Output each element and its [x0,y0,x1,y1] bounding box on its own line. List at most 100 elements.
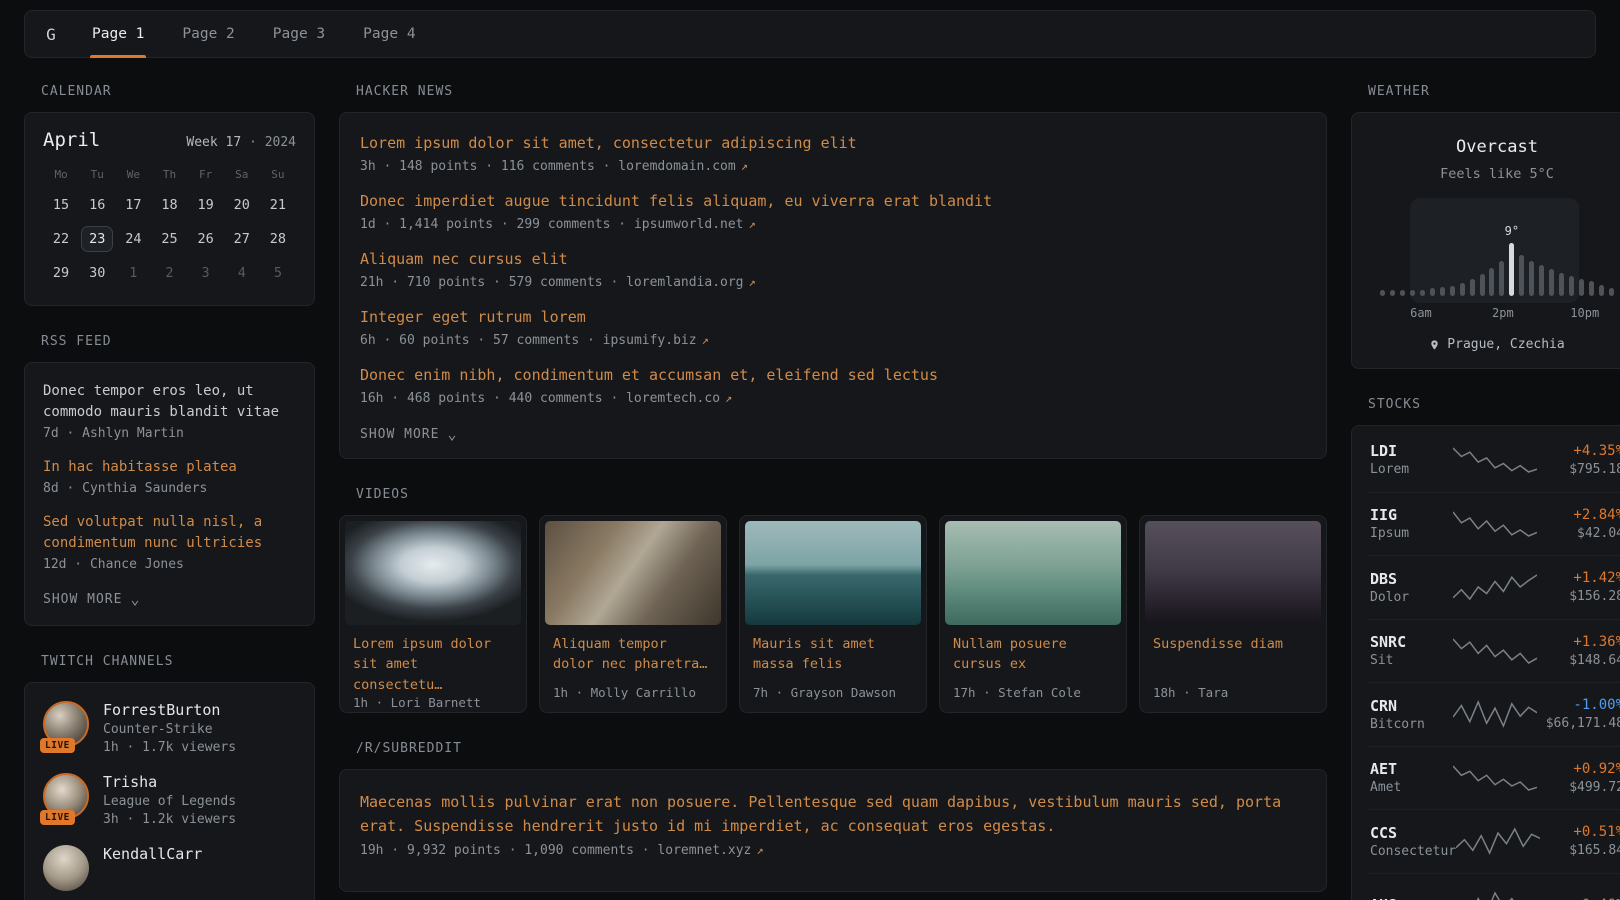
page-tab-page-3[interactable]: Page 3 [254,11,344,57]
story-domain-link[interactable]: ipsumworld.net [634,217,744,232]
stock-values: +1.42%$156.28 [1537,570,1620,604]
calendar-grid: MoTuWeThFrSaSu15161718192021222324252627… [43,165,296,287]
external-link-icon[interactable]: ↗ [725,391,732,405]
calendar-day: 16 [79,191,115,219]
story-meta: 3h · 148 points · 116 comments · loremdo… [360,159,1306,174]
hackernews-item: Integer eget rutrum lorem6h · 60 points … [360,307,1306,348]
external-link-icon[interactable]: ↗ [702,333,709,347]
hackernews-section-title: HACKER NEWS [356,84,1327,99]
weather-time-axis: 6am2pm10pm [1380,306,1614,324]
weather-hour-bar [1450,286,1455,297]
stock-row[interactable]: LDILorem+4.35%$795.18 [1368,428,1620,492]
calendar-day: 2 [151,259,187,287]
page-tab-page-4[interactable]: Page 4 [344,11,434,57]
stock-row[interactable]: AETAmet+0.92%$499.72 [1368,746,1620,810]
external-link-icon[interactable]: ↗ [749,275,756,289]
stock-values: -1.00%$66,171.48 [1537,697,1620,731]
weather-hourly-chart: 9° [1380,226,1614,296]
twitch-channel-row[interactable]: LIVETrishaLeague of Legends3h · 1.2k vie… [43,773,296,827]
video-thumbnail[interactable] [745,521,921,625]
video-card[interactable]: Aliquam tempor dolor nec pharetra…1h · M… [539,515,727,713]
avatar-wrap: LIVE [43,701,89,747]
external-link-icon[interactable]: ↗ [741,159,748,173]
channel-meta: 1h · 1.7k viewers [103,740,236,755]
rss-item-title[interactable]: In hac habitasse platea [43,457,296,478]
calendar-dow-label: Mo [43,165,79,185]
video-thumbnail[interactable] [945,521,1121,625]
stock-row[interactable]: DBSDolor+1.42%$156.28 [1368,555,1620,619]
video-thumbnail[interactable] [1145,521,1321,625]
video-card[interactable]: Lorem ipsum dolor sit amet consectetu…1h… [339,515,527,713]
weather-hour-bar [1519,255,1524,296]
calendar-day-number: 15 [45,192,77,218]
video-card[interactable]: Mauris sit amet massa felis7h · Grayson … [739,515,927,713]
stock-row[interactable]: AHS+0.46% [1368,873,1620,900]
calendar-day: 21 [260,191,296,219]
rss-item: Donec tempor eros leo, ut commodo mauris… [43,381,296,441]
calendar-day-number: 16 [81,192,113,218]
story-title[interactable]: Donec enim nibh, condimentum et accumsan… [360,365,1306,386]
video-title[interactable]: Nullam posuere cursus ex [953,634,1113,675]
weather-hour-bar [1380,290,1385,296]
video-card[interactable]: Suspendisse diam18h · Tara [1139,515,1327,713]
external-link-icon[interactable]: ↗ [756,843,763,857]
story-title[interactable]: Aliquam nec cursus elit [360,249,1306,270]
stock-row[interactable]: CCSConsectetur+0.51%$165.84 [1368,809,1620,873]
story-title[interactable]: Donec imperdiet augue tincidunt felis al… [360,191,1306,212]
chevron-down-icon: ⌄ [447,430,457,439]
stock-row[interactable]: IIGIpsum+2.84%$42.04 [1368,492,1620,556]
stock-price: $66,171.48 [1537,716,1620,731]
story-domain-link[interactable]: loremnet.xyz [657,843,751,858]
twitch-channel-row[interactable]: LIVEForrestBurtonCounter-Strike1h · 1.7k… [43,701,296,755]
weather-widget: WEATHER Overcast Feels like 5°C 9° 6am2p… [1351,84,1620,369]
story-title[interactable]: Lorem ipsum dolor sit amet, consectetur … [360,133,1306,154]
post-title[interactable]: Maecenas mollis pulvinar erat non posuer… [360,790,1306,838]
channel-name: KendallCarr [103,845,202,863]
calendar-year: 2024 [265,135,296,150]
hackernews-show-more-button[interactable]: SHOW MORE ⌄ [360,427,457,442]
rss-item: Sed volutpat nulla nisl, a condimentum n… [43,512,296,572]
story-title[interactable]: Integer eget rutrum lorem [360,307,1306,328]
rss-item-title[interactable]: Sed volutpat nulla nisl, a condimentum n… [43,512,296,554]
video-thumbnail[interactable] [345,521,521,625]
stock-row[interactable]: CRNBitcorn-1.00%$66,171.48 [1368,682,1620,746]
stock-values: +0.51%$165.84 [1540,824,1620,858]
video-title[interactable]: Suspendisse diam [1153,634,1313,654]
video-body: Lorem ipsum dolor sit amet consectetu…1h… [345,625,521,713]
video-card[interactable]: Nullam posuere cursus ex17h · Stefan Col… [939,515,1127,713]
location-pin-icon [1429,338,1440,352]
calendar-dow-label: Sa [224,165,260,185]
video-title[interactable]: Lorem ipsum dolor sit amet consectetu… [353,634,513,695]
calendar-widget: CALENDAR April Week 17 · 2024 MoTuWeThFr… [24,84,315,306]
video-meta: 1h · Lori Barnett [353,695,513,710]
stock-name: Sit [1370,653,1453,668]
page-tab-page-1[interactable]: Page 1 [73,11,163,57]
external-link-icon[interactable]: ↗ [749,217,756,231]
hackernews-item: Lorem ipsum dolor sit amet, consectetur … [360,133,1306,174]
weather-condition: Overcast [1368,137,1620,157]
video-title[interactable]: Aliquam tempor dolor nec pharetra… [553,634,713,675]
calendar-week: Week 17 [186,135,241,150]
hackernews-card: Lorem ipsum dolor sit amet, consectetur … [339,112,1327,459]
calendar-month-label: April [43,129,100,151]
rss-show-more-button[interactable]: SHOW MORE ⌄ [43,592,140,607]
video-thumbnail[interactable] [545,521,721,625]
page-tab-page-2[interactable]: Page 2 [163,11,253,57]
story-domain-link[interactable]: loremlandia.org [626,275,743,290]
video-title[interactable]: Mauris sit amet massa felis [753,634,913,675]
story-domain-link[interactable]: loremdomain.com [618,159,735,174]
calendar-day-number: 23 [81,226,113,252]
weather-section-title: WEATHER [1368,84,1620,99]
channel-meta: 3h · 1.2k viewers [103,812,236,827]
stock-id: AETAmet [1370,760,1453,795]
story-domain-link[interactable]: loremtech.co [626,391,720,406]
rss-item-title[interactable]: Donec tempor eros leo, ut commodo mauris… [43,381,296,423]
app-logo[interactable]: G [29,11,73,57]
weather-hour-bar [1569,276,1574,296]
stock-id: AHS [1370,896,1453,900]
stock-name: Ipsum [1370,526,1453,541]
stocks-widget: STOCKS LDILorem+4.35%$795.18IIGIpsum+2.8… [1351,397,1620,900]
stock-row[interactable]: SNRCSit+1.36%$148.64 [1368,619,1620,683]
twitch-channel-row[interactable]: KendallCarr [43,845,296,891]
story-domain-link[interactable]: ipsumify.biz [603,333,697,348]
